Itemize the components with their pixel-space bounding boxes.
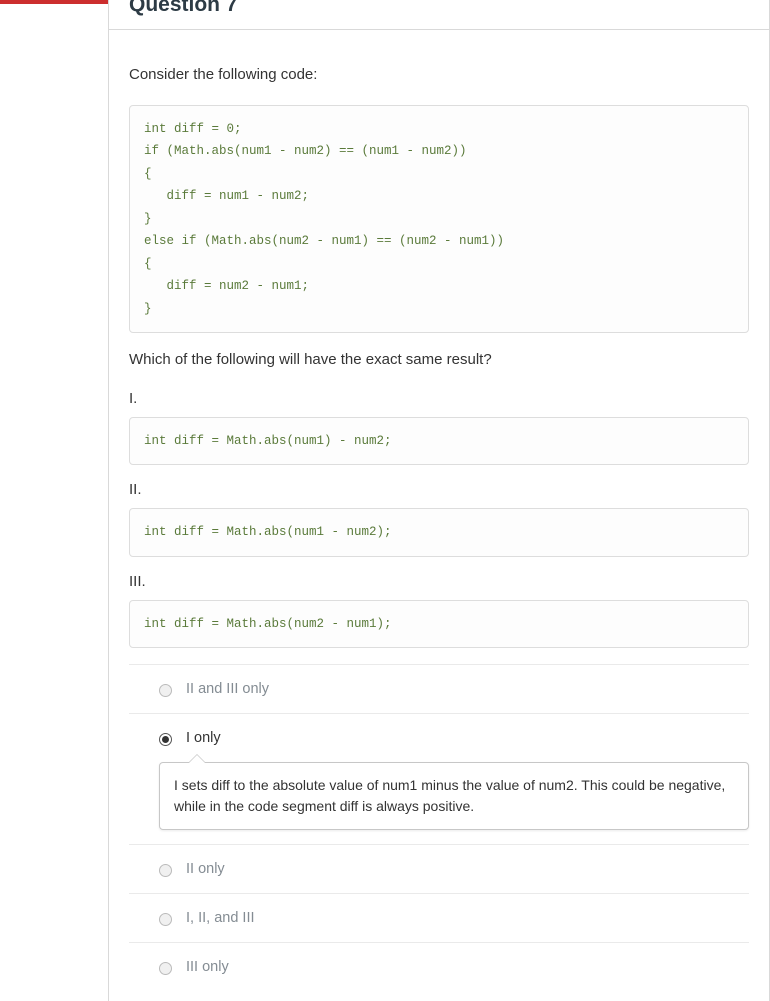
option-d-label: I, II, and III	[186, 910, 255, 926]
question-intro: Consider the following code:	[129, 64, 749, 87]
code-block-main: int diff = 0; if (Math.abs(num1 - num2) …	[129, 105, 749, 334]
code-block-III: int diff = Math.abs(num2 - num1);	[129, 600, 749, 649]
option-b-feedback-wrap: I sets diff to the absolute value of num…	[129, 762, 749, 844]
radio-icon	[159, 733, 172, 746]
progress-bar	[0, 0, 108, 4]
code-block-I: int diff = Math.abs(num1) - num2;	[129, 417, 749, 466]
option-b-label: I only	[186, 730, 221, 746]
radio-icon	[159, 913, 172, 926]
option-b-feedback: I sets diff to the absolute value of num…	[159, 762, 749, 830]
code-block-II: int diff = Math.abs(num1 - num2);	[129, 508, 749, 557]
answer-options: II and III only I only I sets diff to th…	[129, 664, 749, 991]
sidebar	[0, 0, 108, 1001]
option-d[interactable]: I, II, and III	[129, 893, 749, 942]
question-content: Consider the following code: int diff = …	[109, 30, 769, 1001]
page-layout: Question 7 Consider the following code: …	[0, 0, 770, 1001]
option-b[interactable]: I only	[129, 713, 749, 762]
option-e[interactable]: III only	[129, 942, 749, 991]
radio-icon	[159, 962, 172, 975]
question-title: Question 7	[109, 0, 769, 30]
radio-icon	[159, 864, 172, 877]
alt-label-I: I.	[129, 390, 749, 407]
option-c-label: II only	[186, 861, 225, 877]
option-c[interactable]: II only	[129, 844, 749, 893]
option-e-label: III only	[186, 959, 229, 975]
main-panel: Question 7 Consider the following code: …	[108, 0, 770, 1001]
alt-label-II: II.	[129, 481, 749, 498]
option-a-label: II and III only	[186, 681, 269, 697]
radio-icon	[159, 684, 172, 697]
question-prompt: Which of the following will have the exa…	[129, 349, 749, 372]
option-a[interactable]: II and III only	[129, 664, 749, 713]
alt-label-III: III.	[129, 573, 749, 590]
